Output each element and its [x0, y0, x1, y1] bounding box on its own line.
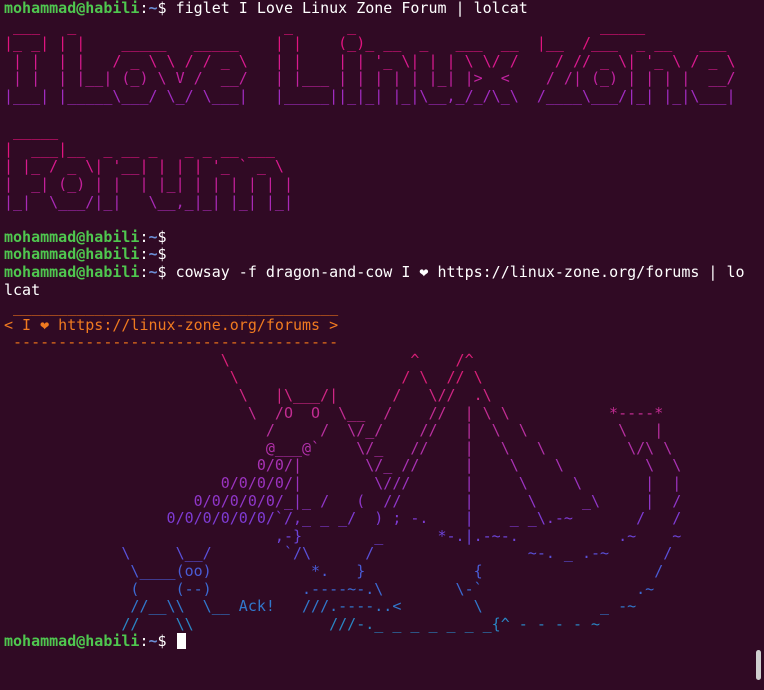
scrollbar-thumb[interactable]	[756, 650, 761, 680]
figlet-line: ___ _ _ _ _____	[13, 16, 646, 35]
figlet-line: |___| |_____\___/ \_/ \___| |_____||_|_|…	[4, 86, 736, 105]
figlet-line: | |_ / _ \| '__| | | | '_ ` _ \	[4, 157, 293, 176]
prompt-user: mohammad@habili	[4, 227, 140, 246]
figlet-line	[4, 211, 756, 229]
cowsay-line: \____(oo) *. } { /	[4, 562, 664, 580]
cowsay-line: ( (--) .----~-.\ \-` .~	[4, 579, 655, 598]
cowsay-line: \ / \ // \	[4, 368, 483, 387]
cowsay-line: 0/0/0/0/0/_|_ / ( // | \ _\ | /	[4, 491, 682, 510]
cowsay-output: ____________________________________ < I …	[4, 298, 756, 633]
command-text: lcat	[4, 280, 41, 299]
figlet-line	[4, 106, 756, 124]
prompt-path: ~	[148, 262, 158, 281]
prompt-separator: :	[139, 262, 149, 281]
prompt-line: mohammad@habili:~$ cowsay -f dragon-and-…	[4, 262, 756, 282]
prompt-path: ~	[148, 0, 158, 17]
cowsay-line: ,-} _ *-.|.-~-. .~ ~	[4, 526, 682, 545]
prompt-separator: :	[139, 0, 149, 17]
prompt-line: mohammad@habili:~$	[4, 246, 756, 264]
cowsay-line: 0/0/0/0/0/0/`/,_ _ _/ ) ; -. | _ _\.-~ /…	[4, 509, 682, 528]
prompt-separator: :	[139, 227, 149, 246]
command-wrap-line: lcat	[4, 280, 756, 300]
prompt-user: mohammad@habili	[4, 245, 140, 264]
cowsay-line: / / \/_/ // | \ \ \ |	[4, 421, 664, 440]
cowsay-line: ------------------------------------	[4, 333, 339, 352]
prompt-dollar: $	[157, 262, 176, 281]
cowsay-line: 0/0/| \/_ // | \ \ \ \	[4, 456, 682, 475]
prompt-user: mohammad@habili	[4, 632, 140, 651]
cowsay-line: \ ^ /^	[4, 350, 474, 369]
text-cursor	[176, 633, 186, 650]
cowsay-line: \ /O O \__ / // | \ \ *----*	[4, 403, 664, 422]
prompt-user: mohammad@habili	[4, 0, 140, 17]
cowsay-line: 0/0/0/0/| \/// | \ \ | |	[4, 474, 682, 493]
prompt-path: ~	[148, 632, 158, 651]
cowsay-line: \ \__/ `/\ / ~-. _ .-~ /	[4, 544, 673, 563]
prompt-path: ~	[148, 227, 158, 246]
figlet-line: | ___|__ _ __ _ _ _ __ ___	[4, 139, 293, 158]
cowsay-line: \ |\___/| / \// .\	[4, 386, 492, 405]
command-text: figlet I Love Linux Zone Forum | lolcat	[175, 0, 528, 17]
figlet-line: |_| \___/|_| \__,_|_| |_| |_|	[4, 192, 293, 211]
figlet-line: _____	[4, 122, 293, 141]
cowsay-line: // \\ ///-._ _ _ _ _ _ _{^ - - - - ~	[4, 614, 601, 633]
command-text: cowsay -f dragon-and-cow I ❤ https://lin…	[175, 262, 745, 281]
figlet-line: | | | |__| (_) \ V / __/ | |___ | | | | …	[4, 69, 736, 88]
prompt-line: mohammad@habili:~$ figlet I Love Linux Z…	[4, 0, 756, 18]
cowsay-line: //__\\ \__ Ack! ///.----..< \ _ -~	[4, 597, 637, 616]
prompt-dollar: $	[157, 0, 176, 17]
prompt-separator: :	[139, 632, 149, 651]
cowsay-line: < I ❤ https://linux-zone.org/forums >	[4, 315, 339, 334]
prompt-line: mohammad@habili:~$	[4, 227, 756, 247]
cowsay-line: ____________________________________	[4, 298, 339, 317]
figlet-line: | _| (_) | | | |_| | | | | | |	[4, 174, 293, 193]
figlet-banner: ___ _ _ _ _____ |_ _| | | _____ _____ | …	[4, 16, 756, 229]
prompt-separator: :	[139, 245, 149, 264]
figlet-line: |_ _| | | _____ _____ | | (_)_ __ _ ___ …	[4, 34, 736, 53]
figlet-line: | | | | / _ \ \ / / _ \ | | | | '_ \| | …	[4, 51, 736, 70]
prompt-dollar: $	[157, 227, 176, 246]
terminal-output[interactable]: mohammad@habili:~$ figlet I Love Linux Z…	[4, 0, 756, 690]
prompt-dollar: $	[157, 632, 176, 651]
prompt-path: ~	[148, 245, 158, 264]
prompt-user: mohammad@habili	[4, 262, 140, 281]
prompt-dollar: $	[157, 245, 176, 264]
cowsay-line: @___@` \/_ // | \ \ \/\ \	[4, 438, 673, 457]
prompt-line-active[interactable]: mohammad@habili:~$	[4, 633, 756, 651]
